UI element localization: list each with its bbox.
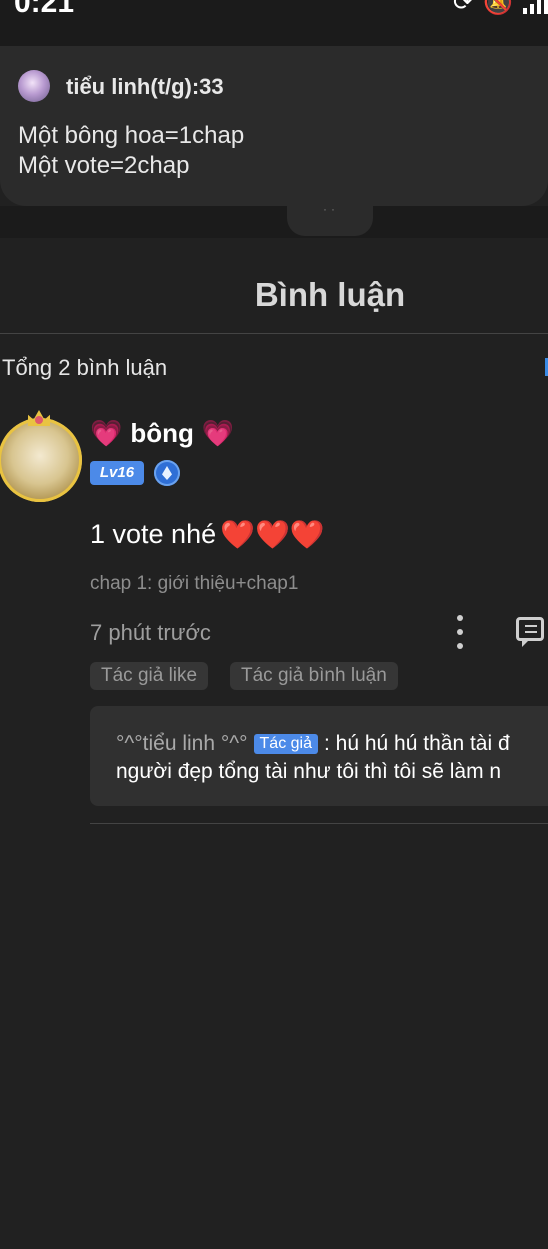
- status-bar: 0:21 ⟳ 🔕: [0, 0, 548, 46]
- notification-line-2: Một vote=2chap: [18, 152, 190, 179]
- red-hearts-icon: ❤️❤️❤️: [220, 519, 325, 550]
- more-options-icon[interactable]: [454, 615, 466, 649]
- author-reply-chip: Tác giả bình luận: [230, 662, 398, 690]
- author-reply-box[interactable]: °^°tiểu linh °^° Tác giả : hú hú hú thần…: [90, 706, 548, 806]
- bell-off-icon: 🔕: [483, 0, 513, 16]
- status-icons: ⟳ 🔕: [453, 0, 548, 17]
- badge-drop-icon: [162, 466, 172, 480]
- comment-time: 7 phút trước: [90, 620, 211, 645]
- sync-icon: ⟳: [453, 0, 474, 16]
- comment-count: Tổng 2 bình luận: [2, 355, 168, 380]
- commenter-name[interactable]: 💗 bông 💗: [90, 418, 234, 449]
- header-divider: [0, 333, 548, 334]
- commenter-avatar[interactable]: [0, 418, 82, 502]
- pinned-notification-content[interactable]: tiểu linh(t/g):33 Một bông hoa=1chap Một…: [0, 46, 548, 206]
- reply-icon[interactable]: [516, 617, 544, 647]
- author-tag: Tác giả: [253, 734, 318, 754]
- reply-author[interactable]: °^°tiểu linh °^°: [116, 732, 248, 756]
- comment-text: 1 vote nhé: [90, 519, 217, 549]
- crown-gem-icon: [35, 416, 43, 424]
- level-badge: Lv16: [90, 461, 144, 485]
- comment-chapter[interactable]: chap 1: giới thiệu+chap1: [90, 573, 298, 595]
- reply-text-2: người đẹp tổng tài như tôi thì tôi sẽ là…: [116, 760, 502, 783]
- handle-dots-icon: ··: [323, 202, 339, 216]
- notification-line-1: Một bông hoa=1chap: [18, 122, 245, 149]
- vip-badge-icon: [154, 460, 180, 486]
- collapse-handle[interactable]: ··: [287, 200, 373, 236]
- signal-icon: [523, 0, 548, 14]
- author-like-chip: Tác giả like: [90, 662, 209, 690]
- reply-line-1: °^°tiểu linh °^° Tác giả : hú hú hú thần…: [116, 732, 510, 756]
- author-avatar: [18, 70, 50, 102]
- comment-body: 1 vote nhé ❤️❤️❤️: [90, 518, 325, 551]
- heart-icon: 💗: [201, 418, 235, 448]
- page-title: Bình luận: [254, 276, 406, 313]
- reply-text-1: : hú hú hú thần tài đ: [324, 732, 510, 755]
- comment-divider: [90, 823, 548, 824]
- backdrop-gap: [0, 206, 548, 238]
- heart-icon: 💗: [90, 418, 123, 448]
- username-text: bông: [130, 418, 194, 448]
- status-time: 0:21: [14, 0, 75, 19]
- notification-title: tiểu linh(t/g):33: [66, 74, 224, 99]
